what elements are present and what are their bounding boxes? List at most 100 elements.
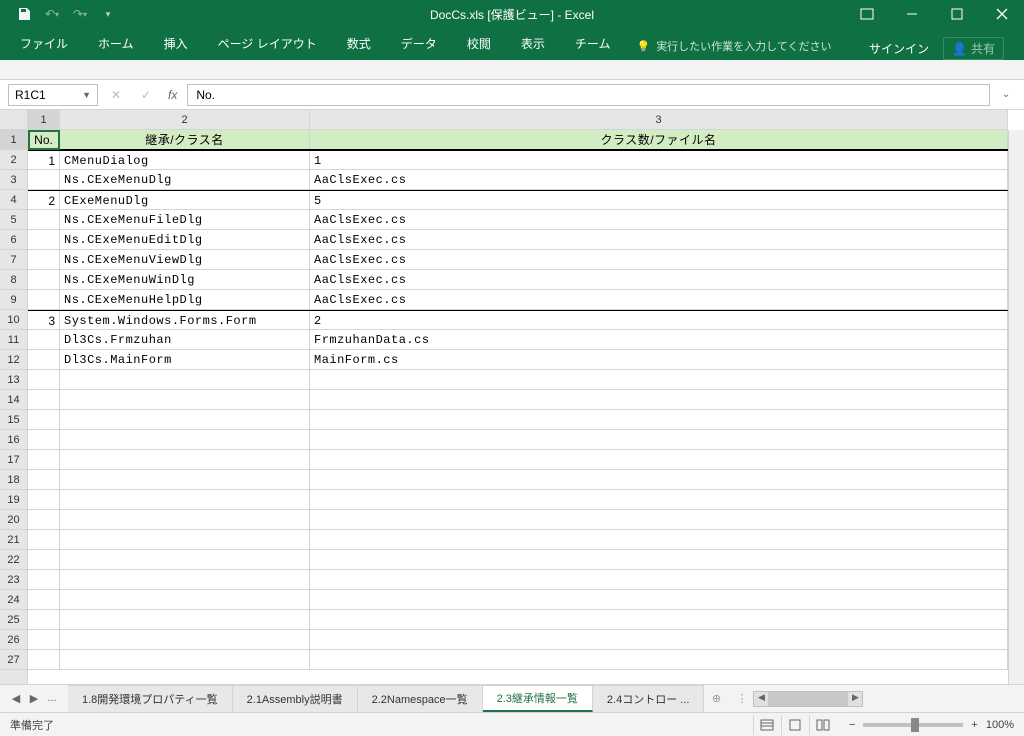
close-icon[interactable]	[979, 0, 1024, 28]
cell[interactable]	[310, 550, 1008, 569]
sheet-tab[interactable]: 1.8開発環境プロパティ一覧	[68, 685, 233, 712]
row-header[interactable]: 27	[0, 650, 27, 670]
tab-file[interactable]: ファイル	[6, 29, 82, 60]
fx-icon[interactable]: fx	[164, 88, 181, 102]
row-header[interactable]: 17	[0, 450, 27, 470]
formula-input[interactable]: No.	[187, 84, 990, 106]
row-header[interactable]: 8	[0, 270, 27, 290]
cell[interactable]	[60, 410, 310, 429]
cell[interactable]	[60, 370, 310, 389]
undo-icon[interactable]: ↶ ▾	[44, 6, 60, 22]
row-header[interactable]: 22	[0, 550, 27, 570]
cell-no[interactable]: 2	[28, 191, 60, 209]
ribbon-display-icon[interactable]	[844, 0, 889, 28]
cell[interactable]	[60, 590, 310, 609]
cell-class[interactable]: Ns.CExeMenuDlg	[60, 170, 310, 189]
cell[interactable]	[28, 410, 60, 429]
cell-class[interactable]: Ns.CExeMenuEditDlg	[60, 230, 310, 249]
cell-class[interactable]: Ns.CExeMenuViewDlg	[60, 250, 310, 269]
page-break-view-icon[interactable]	[809, 715, 837, 735]
header-file[interactable]: クラス数/ファイル名	[310, 130, 1008, 149]
row-header[interactable]: 26	[0, 630, 27, 650]
normal-view-icon[interactable]	[753, 715, 781, 735]
cell[interactable]	[310, 630, 1008, 649]
enter-formula-icon[interactable]: ✓	[134, 84, 158, 106]
cell-file[interactable]: AaClsExec.cs	[310, 250, 1008, 269]
cell[interactable]	[28, 450, 60, 469]
row-header[interactable]: 14	[0, 390, 27, 410]
maximize-icon[interactable]	[934, 0, 979, 28]
cell[interactable]	[28, 630, 60, 649]
horizontal-scrollbar[interactable]: ◀ ▶	[753, 691, 863, 707]
cell[interactable]	[28, 530, 60, 549]
cell-no[interactable]	[28, 350, 60, 369]
row-header[interactable]: 1	[0, 130, 27, 150]
cell[interactable]	[60, 430, 310, 449]
redo-icon[interactable]: ↷ ▾	[72, 6, 88, 22]
cell-class[interactable]: Ns.CExeMenuFileDlg	[60, 210, 310, 229]
add-sheet-icon[interactable]: ⊕	[704, 692, 728, 705]
cell[interactable]	[28, 390, 60, 409]
page-layout-view-icon[interactable]	[781, 715, 809, 735]
cell-class[interactable]: Ns.CExeMenuWinDlg	[60, 270, 310, 289]
save-icon[interactable]	[16, 6, 32, 22]
cells-area[interactable]: No. 継承/クラス名 クラス数/ファイル名 1CMenuDialog1Ns.C…	[28, 130, 1008, 684]
cell[interactable]	[310, 390, 1008, 409]
cell[interactable]	[60, 530, 310, 549]
tab-view[interactable]: 表示	[507, 29, 559, 60]
cell-file[interactable]: AaClsExec.cs	[310, 290, 1008, 309]
row-header[interactable]: 7	[0, 250, 27, 270]
cell-class[interactable]: System.Windows.Forms.Form	[60, 311, 310, 329]
zoom-in-icon[interactable]: +	[971, 719, 977, 731]
tab-nav-next-icon[interactable]: ▶	[26, 692, 42, 705]
cell-file[interactable]: AaClsExec.cs	[310, 210, 1008, 229]
cell-no[interactable]	[28, 170, 60, 189]
row-header[interactable]: 23	[0, 570, 27, 590]
cell[interactable]	[28, 570, 60, 589]
tab-split-handle[interactable]: ⋮	[736, 692, 747, 705]
cell-class[interactable]: Ns.CExeMenuHelpDlg	[60, 290, 310, 309]
cell-file[interactable]: 1	[310, 151, 1008, 169]
spreadsheet-grid[interactable]: 1 2 3 1234567891011121314151617181920212…	[0, 110, 1024, 684]
col-header[interactable]: 3	[310, 110, 1008, 129]
cell-no[interactable]	[28, 230, 60, 249]
row-header[interactable]: 2	[0, 150, 27, 170]
header-class[interactable]: 継承/クラス名	[60, 130, 310, 149]
cell[interactable]	[310, 450, 1008, 469]
cell-class[interactable]: Dl3Cs.Frmzuhan	[60, 330, 310, 349]
cell-no[interactable]	[28, 250, 60, 269]
cell[interactable]	[310, 530, 1008, 549]
name-box[interactable]: R1C1 ▼	[8, 84, 98, 106]
cell[interactable]	[310, 610, 1008, 629]
cell[interactable]	[28, 510, 60, 529]
cell[interactable]	[60, 510, 310, 529]
cell[interactable]	[28, 470, 60, 489]
cell[interactable]	[310, 490, 1008, 509]
cell-file[interactable]: AaClsExec.cs	[310, 170, 1008, 189]
cancel-formula-icon[interactable]: ✕	[104, 84, 128, 106]
cell[interactable]	[310, 570, 1008, 589]
col-header[interactable]: 1	[28, 110, 60, 129]
chevron-down-icon[interactable]: ▼	[82, 90, 91, 100]
tab-home[interactable]: ホーム	[84, 29, 148, 60]
cell-class[interactable]: Dl3Cs.MainForm	[60, 350, 310, 369]
row-header[interactable]: 9	[0, 290, 27, 310]
tab-page-layout[interactable]: ページ レイアウト	[204, 29, 331, 60]
cell[interactable]	[60, 610, 310, 629]
expand-formula-bar-icon[interactable]: ⌄	[996, 89, 1016, 100]
hscroll-thumb[interactable]	[768, 692, 848, 706]
cell[interactable]	[310, 510, 1008, 529]
row-header[interactable]: 11	[0, 330, 27, 350]
sheet-tab[interactable]: 2.2Namespace一覧	[358, 685, 483, 712]
vertical-scrollbar[interactable]	[1008, 130, 1024, 684]
minimize-icon[interactable]	[889, 0, 934, 28]
share-button[interactable]: 👤 共有	[943, 37, 1004, 60]
cell[interactable]	[28, 370, 60, 389]
cell[interactable]	[28, 430, 60, 449]
cell-file[interactable]: FrmzuhanData.cs	[310, 330, 1008, 349]
row-header[interactable]: 19	[0, 490, 27, 510]
header-no[interactable]: No.	[28, 130, 60, 149]
tab-nav-prev-icon[interactable]: ◀	[8, 692, 24, 705]
cell[interactable]	[60, 570, 310, 589]
row-header[interactable]: 10	[0, 310, 27, 330]
